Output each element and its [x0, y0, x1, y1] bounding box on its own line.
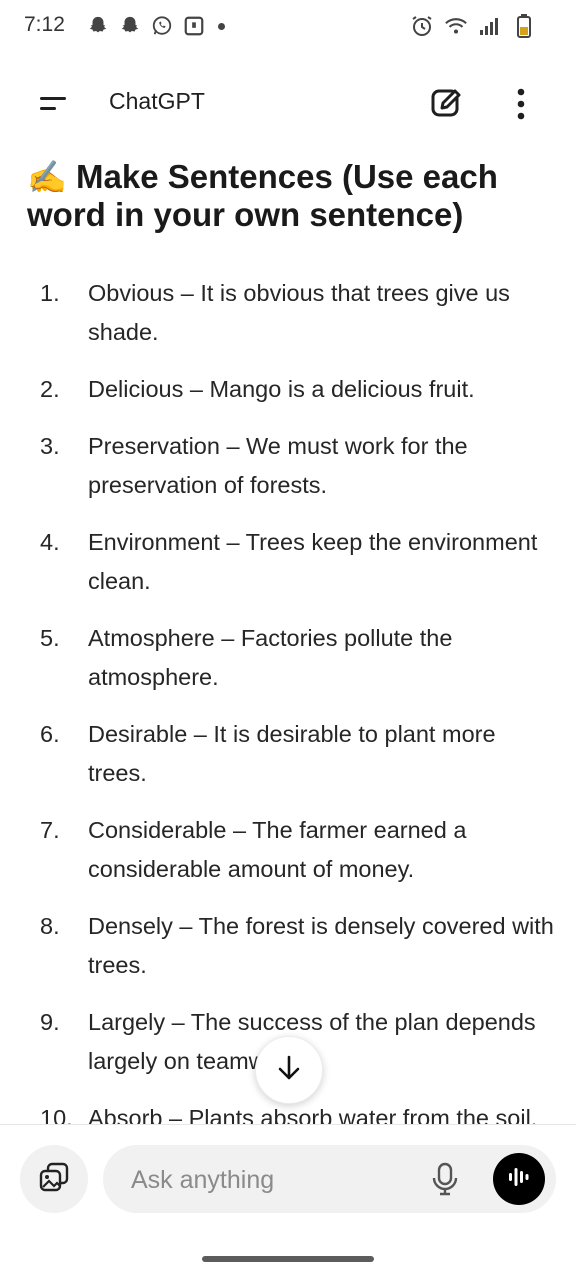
attach-button[interactable]: [20, 1145, 88, 1213]
signal-icon: [478, 14, 502, 38]
alarm-icon: [410, 14, 434, 38]
menu-icon[interactable]: [34, 90, 70, 118]
message-heading: ✍️ Make Sentences (Use each word in your…: [0, 158, 576, 234]
list-item: 1. Obvious – It is obvious that trees giv…: [40, 280, 510, 345]
notification-icons: [86, 14, 225, 38]
list-item: 5. Atmosphere – Factories pollute the atm…: [40, 625, 453, 690]
app-bar: ChatGPT: [0, 70, 576, 134]
list-item: 3. Preservation – We must work for the pr…: [40, 433, 468, 498]
notification-box-icon: [182, 14, 206, 38]
app-title[interactable]: ChatGPT: [109, 88, 205, 115]
image-attach-icon: [37, 1160, 71, 1199]
status-bar: 7:12: [0, 0, 576, 52]
sentence-list: 1. Obvious – It is obvious that trees giv…: [0, 274, 576, 1124]
snapchat-icon: [86, 14, 110, 38]
whatsapp-icon: [150, 14, 174, 38]
message-input-container: [103, 1145, 556, 1213]
battery-icon: [512, 14, 536, 38]
chat-message: ✍️ Make Sentences (Use each word in your…: [0, 158, 576, 1124]
arrow-down-icon: [274, 1053, 304, 1088]
snapchat-icon: [118, 14, 142, 38]
voice-mode-icon: [504, 1162, 534, 1197]
list-item: 7. Considerable – The farmer earned a con…: [40, 817, 467, 882]
status-time: 7:12: [24, 13, 65, 36]
heading-text: Make Sentences (Use each word in your ow…: [27, 158, 498, 233]
writing-hand-icon: ✍️: [27, 159, 67, 195]
list-item: 6. Desirable – It is desirable to plant m…: [40, 721, 496, 786]
microphone-icon[interactable]: [427, 1161, 463, 1197]
composer: [0, 1124, 576, 1235]
edit-icon[interactable]: [428, 84, 466, 122]
more-notifications-dot: [218, 22, 225, 30]
list-item: 4. Environment – Trees keep the environme…: [40, 529, 538, 594]
wifi-icon: [444, 14, 468, 38]
list-item: 8. Densely – The forest is densely covere…: [40, 913, 554, 978]
voice-mode-button[interactable]: [493, 1153, 545, 1205]
message-input[interactable]: [129, 1159, 413, 1201]
scroll-to-bottom-button[interactable]: [255, 1036, 323, 1104]
gesture-bar[interactable]: [202, 1256, 374, 1262]
list-item: 2. Delicious – Mango is a delicious fruit…: [40, 376, 475, 402]
system-icons: [410, 14, 536, 38]
more-vertical-icon[interactable]: [506, 84, 536, 124]
